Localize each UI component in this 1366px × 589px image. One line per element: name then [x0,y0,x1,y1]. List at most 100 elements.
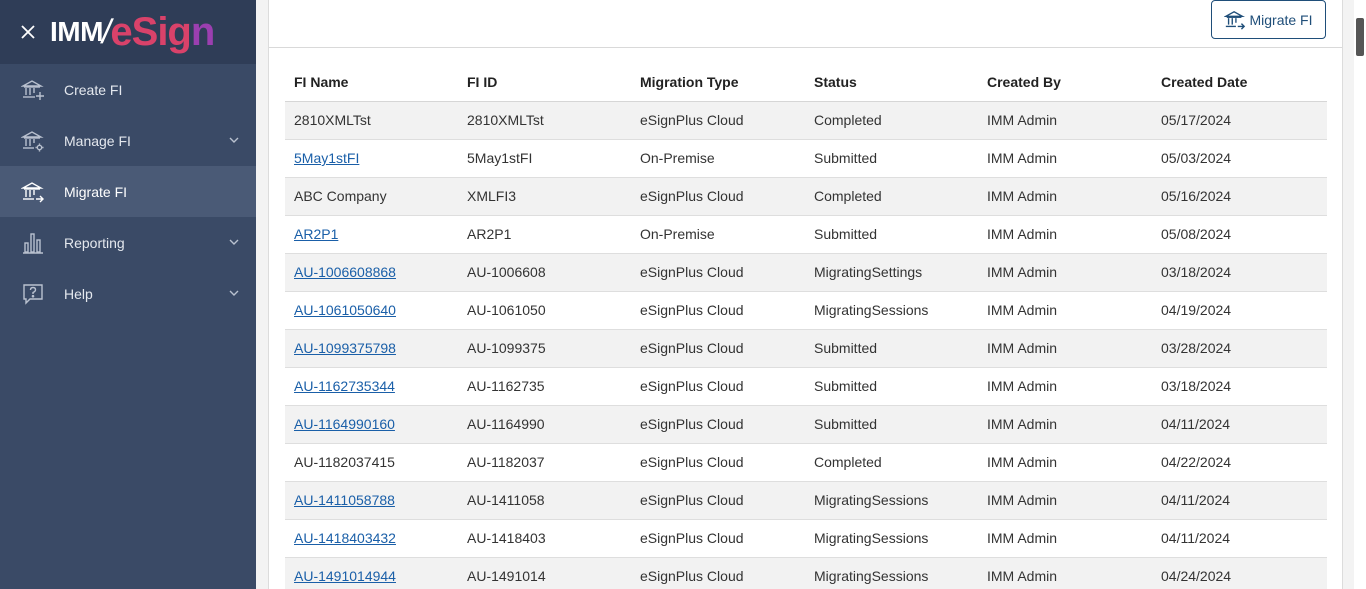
status-cell: MigratingSettings [805,253,978,292]
created-date-cell: 05/03/2024 [1152,139,1327,178]
sidebar: IMM / eSign Create FI Manage FI Migrate … [0,0,256,589]
migration-type-cell: eSignPlus Cloud [631,519,805,558]
created-by-cell: IMM Admin [978,291,1152,330]
table-row: AU-1491014944 AU-1491014 eSignPlus Cloud Mi… [285,557,1327,589]
fi-id-cell: AU-1006608 [458,253,631,292]
fi-name-cell: AU-1061050640 [285,291,458,330]
chevron-down-icon [229,239,239,245]
created-by-cell: IMM Admin [978,443,1152,482]
created-date-cell: 05/17/2024 [1152,101,1327,140]
migration-table: FI Name FI ID Migration Type Status Crea… [285,63,1327,589]
fi-id-cell: 2810XMLTst [458,101,631,140]
table-row: AU-1006608868 AU-1006608 eSignPlus Cloud Mi… [285,253,1327,292]
bank-arrow-icon [1224,10,1246,30]
sidebar-nav: Create FI Manage FI Migrate FI Reporting… [0,64,256,319]
app-root: IMM / eSign Create FI Manage FI Migrate … [0,0,1366,589]
column-header-migration-type[interactable]: Migration Type [631,63,805,102]
created-date-cell: 03/18/2024 [1152,253,1327,292]
fi-name-link[interactable]: 5May1stFI [294,150,359,166]
column-header-status[interactable]: Status [805,63,978,102]
fi-id-cell: AU-1099375 [458,329,631,368]
created-by-cell: IMM Admin [978,405,1152,444]
status-cell: Submitted [805,367,978,406]
created-by-cell: IMM Admin [978,519,1152,558]
created-date-cell: 05/08/2024 [1152,215,1327,254]
chevron-down-icon [229,137,239,143]
bank-gear-icon [20,128,46,154]
migration-type-cell: eSignPlus Cloud [631,253,805,292]
created-date-cell: 04/22/2024 [1152,443,1327,482]
fi-name-cell: AU-1162735344 [285,367,458,406]
column-header-fi-name[interactable]: FI Name [285,63,458,102]
migration-type-cell: eSignPlus Cloud [631,367,805,406]
fi-name-cell: AU-1491014944 [285,557,458,589]
fi-name-link[interactable]: AU-1099375798 [294,340,396,356]
fi-id-cell: AU-1418403 [458,519,631,558]
fi-name-link[interactable]: AU-1061050640 [294,302,396,318]
fi-name-link[interactable]: AR2P1 [294,226,338,242]
table-row: AU-1418403432 AU-1418403 eSignPlus Cloud Mi… [285,519,1327,558]
bank-add-icon [20,77,46,103]
table-row: AU-1061050640 AU-1061050 eSignPlus Cloud Mi… [285,291,1327,330]
migration-type-cell: eSignPlus Cloud [631,557,805,589]
table-row: AU-1411058788 AU-1411058 eSignPlus Cloud Mi… [285,481,1327,520]
migration-type-cell: On-Premise [631,139,805,178]
fi-id-cell: AU-1164990 [458,405,631,444]
page-scrollbar[interactable] [1354,0,1366,589]
status-cell: Submitted [805,405,978,444]
created-date-cell: 04/11/2024 [1152,405,1327,444]
migration-type-cell: eSignPlus Cloud [631,101,805,140]
bank-arrow-icon [20,179,46,205]
help-bubble-icon [20,281,46,307]
fi-name-link[interactable]: AU-1006608868 [294,264,396,280]
fi-name-cell: AU-1006608868 [285,253,458,292]
fi-name-cell: AR2P1 [285,215,458,254]
fi-name-link[interactable]: AU-1491014944 [294,568,396,584]
created-by-cell: IMM Admin [978,177,1152,216]
table-header-row: FI Name FI ID Migration Type Status Crea… [285,63,1327,102]
app-logo: IMM / eSign [50,9,215,54]
sidebar-item-create-fi[interactable]: Create FI [0,64,256,115]
created-date-cell: 04/19/2024 [1152,291,1327,330]
migration-type-cell: eSignPlus Cloud [631,405,805,444]
fi-name-link[interactable]: AU-1164990160 [294,416,395,432]
fi-name-link[interactable]: AU-1411058788 [294,492,395,508]
sidebar-item-help[interactable]: Help [0,268,256,319]
status-cell: Submitted [805,139,978,178]
column-header-created-date[interactable]: Created Date [1152,63,1327,102]
toolbar: Migrate FI [269,0,1342,48]
fi-name-cell: AU-1182037415 [285,443,458,482]
scrollbar-thumb[interactable] [1356,18,1364,56]
sidebar-item-manage-fi[interactable]: Manage FI [0,115,256,166]
fi-id-cell: AU-1182037 [458,443,631,482]
status-cell: Submitted [805,215,978,254]
migrate-fi-button[interactable]: Migrate FI [1211,0,1326,39]
column-header-fi-id[interactable]: FI ID [458,63,631,102]
sidebar-item-reporting[interactable]: Reporting [0,217,256,268]
close-icon[interactable] [18,22,38,42]
fi-id-cell: AU-1411058 [458,481,631,520]
fi-id-cell: AU-1491014 [458,557,631,589]
table-row: AU-1164990160 AU-1164990 eSignPlus Cloud Su… [285,405,1327,444]
created-date-cell: 05/16/2024 [1152,177,1327,216]
created-date-cell: 04/11/2024 [1152,481,1327,520]
fi-name-link[interactable]: AU-1418403432 [294,530,396,546]
table-row: 5May1stFI 5May1stFI On-Premise Submitted IMM… [285,139,1327,178]
column-header-created-by[interactable]: Created By [978,63,1152,102]
migration-type-cell: eSignPlus Cloud [631,291,805,330]
fi-name-link[interactable]: AU-1162735344 [294,378,395,394]
table-body: 2810XMLTst 2810XMLTst eSignPlus Cloud Compl… [285,101,1327,589]
table-row: AU-1099375798 AU-1099375 eSignPlus Cloud Su… [285,329,1327,368]
migration-type-cell: eSignPlus Cloud [631,329,805,368]
migration-type-cell: eSignPlus Cloud [631,481,805,520]
status-cell: MigratingSessions [805,481,978,520]
sidebar-item-migrate-fi[interactable]: Migrate FI [0,166,256,217]
created-by-cell: IMM Admin [978,481,1152,520]
bar-chart-icon [20,230,46,256]
fi-id-cell: XMLFI3 [458,177,631,216]
fi-name-cell: ABC Company [285,177,458,216]
fi-name-cell: AU-1411058788 [285,481,458,520]
table-row: AR2P1 AR2P1 On-Premise Submitted IMM Admin 05… [285,215,1327,254]
created-date-cell: 03/18/2024 [1152,367,1327,406]
fi-name-cell: AU-1418403432 [285,519,458,558]
